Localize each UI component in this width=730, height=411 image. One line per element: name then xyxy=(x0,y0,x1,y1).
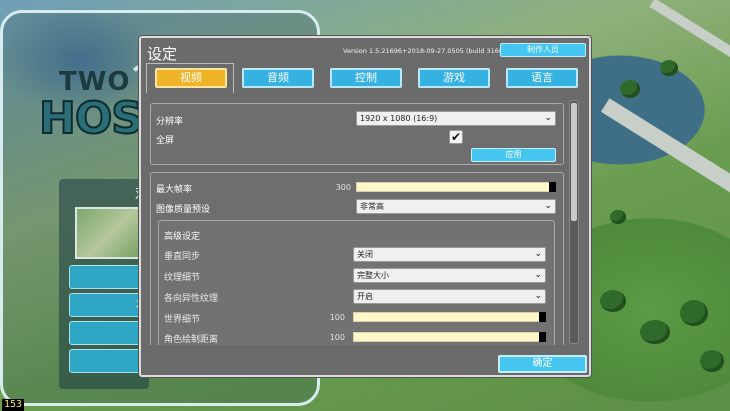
character-distance-label: 角色绘制距离 xyxy=(164,335,219,345)
tab-game[interactable]: 游戏 xyxy=(418,68,490,88)
world-detail-slider[interactable] xyxy=(353,312,546,322)
max-fps-label: 最大帧率 xyxy=(156,185,193,195)
tree xyxy=(660,60,678,76)
settings-scroll-area[interactable]: 分辨率 1920 x 1080 (16:9) ⌄ 全屏 ✔ 应用 最大帧率 30… xyxy=(150,99,570,345)
quality-preset-value: 非常高 xyxy=(360,202,384,211)
anisotropic-dropdown[interactable]: 开启 ⌄ xyxy=(353,289,546,304)
fps-counter: 153 xyxy=(2,399,25,411)
menu-button-4[interactable] xyxy=(69,349,149,373)
tab-audio[interactable]: 音频 xyxy=(242,68,314,88)
settings-scrollbar[interactable] xyxy=(569,100,579,344)
world-detail-slider-handle[interactable] xyxy=(539,312,546,322)
settings-tabs: 视频 音频 控制 游戏 语言 xyxy=(146,63,583,93)
advanced-group: 高级设定 垂直同步 关闭 ⌄ 纹理细节 完整大小 ⌄ 各向异性纹理 开启 ⌄ 世… xyxy=(158,220,555,345)
credits-button[interactable]: 制作人员 xyxy=(500,43,586,57)
checkmark-icon: ✔ xyxy=(450,130,462,144)
texture-detail-value: 完整大小 xyxy=(357,271,389,280)
tree xyxy=(640,320,670,344)
anisotropic-label: 各向异性纹理 xyxy=(164,294,219,304)
settings-dialog: 设定 Version 1.5.21696+2018-09-27.0505 (bu… xyxy=(139,36,591,377)
max-fps-value: 300 xyxy=(335,183,351,192)
quality-preset-label: 图像质量预设 xyxy=(156,205,211,215)
texture-detail-dropdown[interactable]: 完整大小 ⌄ xyxy=(353,268,546,283)
max-fps-slider-handle[interactable] xyxy=(549,182,556,192)
save-slot-panel: 双 存 xyxy=(59,179,150,389)
road xyxy=(649,0,730,92)
advanced-title: 高级设定 xyxy=(164,232,201,242)
vsync-label: 垂直同步 xyxy=(164,252,201,262)
character-distance-slider-handle[interactable] xyxy=(539,332,546,342)
resolution-dropdown[interactable]: 1920 x 1080 (16:9) ⌄ xyxy=(356,111,556,126)
resolution-label: 分辨率 xyxy=(156,117,184,127)
chevron-down-icon: ⌄ xyxy=(534,270,542,280)
vsync-dropdown[interactable]: 关闭 ⌄ xyxy=(353,247,546,262)
tree xyxy=(600,290,626,312)
version-text: Version 1.5.21696+2018-09-27.0505 (build… xyxy=(343,47,519,55)
fullscreen-checkbox[interactable]: ✔ xyxy=(449,130,463,144)
road xyxy=(600,98,730,218)
chevron-down-icon: ⌄ xyxy=(534,249,542,259)
texture-detail-label: 纹理细节 xyxy=(164,273,201,283)
character-distance-slider[interactable] xyxy=(353,332,546,342)
menu-button-3[interactable] xyxy=(69,321,149,345)
quality-group: 最大帧率 300 图像质量预设 非常高 ⌄ 高级设定 垂直同步 关闭 ⌄ 纹理细… xyxy=(150,172,564,345)
resolution-value: 1920 x 1080 (16:9) xyxy=(360,114,438,123)
game-logo: TWO HOS xyxy=(38,63,167,159)
menu-button-2[interactable]: 存 xyxy=(69,293,150,317)
menu-button-1[interactable] xyxy=(69,265,149,289)
scrollbar-thumb[interactable] xyxy=(571,103,577,221)
tree xyxy=(620,80,640,98)
logo-text-bottom: HOS xyxy=(38,92,144,145)
quality-preset-dropdown[interactable]: 非常高 ⌄ xyxy=(356,199,556,214)
tab-controls[interactable]: 控制 xyxy=(330,68,402,88)
fullscreen-label: 全屏 xyxy=(156,136,175,146)
tree xyxy=(680,300,708,326)
world-detail-value: 100 xyxy=(329,313,345,322)
save-thumbnail[interactable] xyxy=(75,207,149,259)
ok-button[interactable]: 确定 xyxy=(498,355,587,373)
world-detail-label: 世界细节 xyxy=(164,315,201,325)
tree xyxy=(610,210,626,224)
dialog-title: 设定 xyxy=(147,45,178,63)
chevron-down-icon: ⌄ xyxy=(534,291,542,301)
tab-video[interactable]: 视频 xyxy=(155,68,227,88)
vsync-value: 关闭 xyxy=(357,250,373,259)
tab-language[interactable]: 语言 xyxy=(506,68,578,88)
max-fps-slider[interactable] xyxy=(356,182,556,192)
display-group: 分辨率 1920 x 1080 (16:9) ⌄ 全屏 ✔ 应用 xyxy=(150,103,564,165)
apply-button[interactable]: 应用 xyxy=(471,148,556,162)
tree xyxy=(700,350,724,372)
character-distance-value: 100 xyxy=(329,333,345,342)
chevron-down-icon: ⌄ xyxy=(544,201,552,211)
chevron-down-icon: ⌄ xyxy=(544,113,552,123)
anisotropic-value: 开启 xyxy=(357,292,373,301)
